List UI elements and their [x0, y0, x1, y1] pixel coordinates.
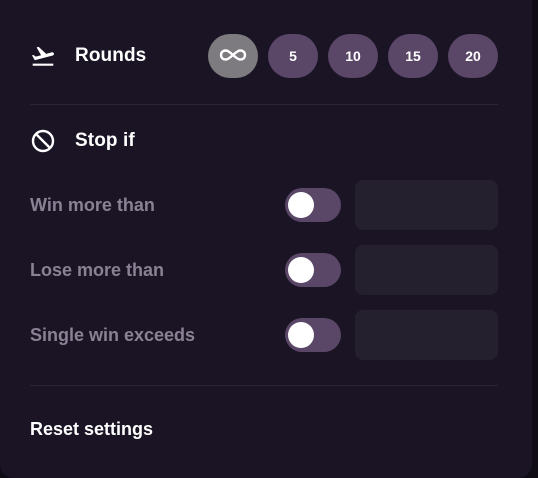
toggle-knob: [288, 322, 314, 348]
divider: [30, 385, 498, 386]
autoplay-settings-panel: Rounds 5 10 15 20 Stop if Win more than …: [0, 0, 532, 478]
round-option-15[interactable]: 15: [388, 34, 438, 78]
single-win-exceeds-input[interactable]: [355, 310, 498, 360]
stop-if-title: Stop if: [75, 130, 135, 151]
round-option-20[interactable]: 20: [448, 34, 498, 78]
reset-settings-button[interactable]: Reset settings: [30, 419, 153, 440]
prohibited-icon: [30, 128, 56, 154]
lose-more-than-toggle[interactable]: [285, 253, 341, 287]
win-more-than-toggle[interactable]: [285, 188, 341, 222]
single-win-exceeds-toggle[interactable]: [285, 318, 341, 352]
rounds-row: Rounds 5 10 15 20: [30, 34, 498, 78]
round-option-10[interactable]: 10: [328, 34, 378, 78]
divider: [30, 104, 498, 105]
round-options: 5 10 15 20: [208, 34, 498, 78]
condition-label: Lose more than: [30, 259, 165, 280]
round-option-infinite[interactable]: [208, 34, 258, 78]
airplane-takeoff-icon: [30, 43, 56, 69]
condition-label: Win more than: [30, 194, 155, 215]
lose-more-than-input[interactable]: [355, 245, 498, 295]
toggle-knob: [288, 257, 314, 283]
rounds-title: Rounds: [75, 45, 147, 66]
round-option-5[interactable]: 5: [268, 34, 318, 78]
condition-single-win-exceeds: Single win exceeds: [30, 310, 498, 360]
condition-win-more-than: Win more than: [30, 180, 498, 230]
infinity-icon: [219, 47, 247, 66]
condition-label: Single win exceeds: [30, 324, 196, 345]
toggle-knob: [288, 192, 314, 218]
win-more-than-input[interactable]: [355, 180, 498, 230]
condition-lose-more-than: Lose more than: [30, 245, 498, 295]
stop-if-row: Stop if: [30, 126, 135, 156]
